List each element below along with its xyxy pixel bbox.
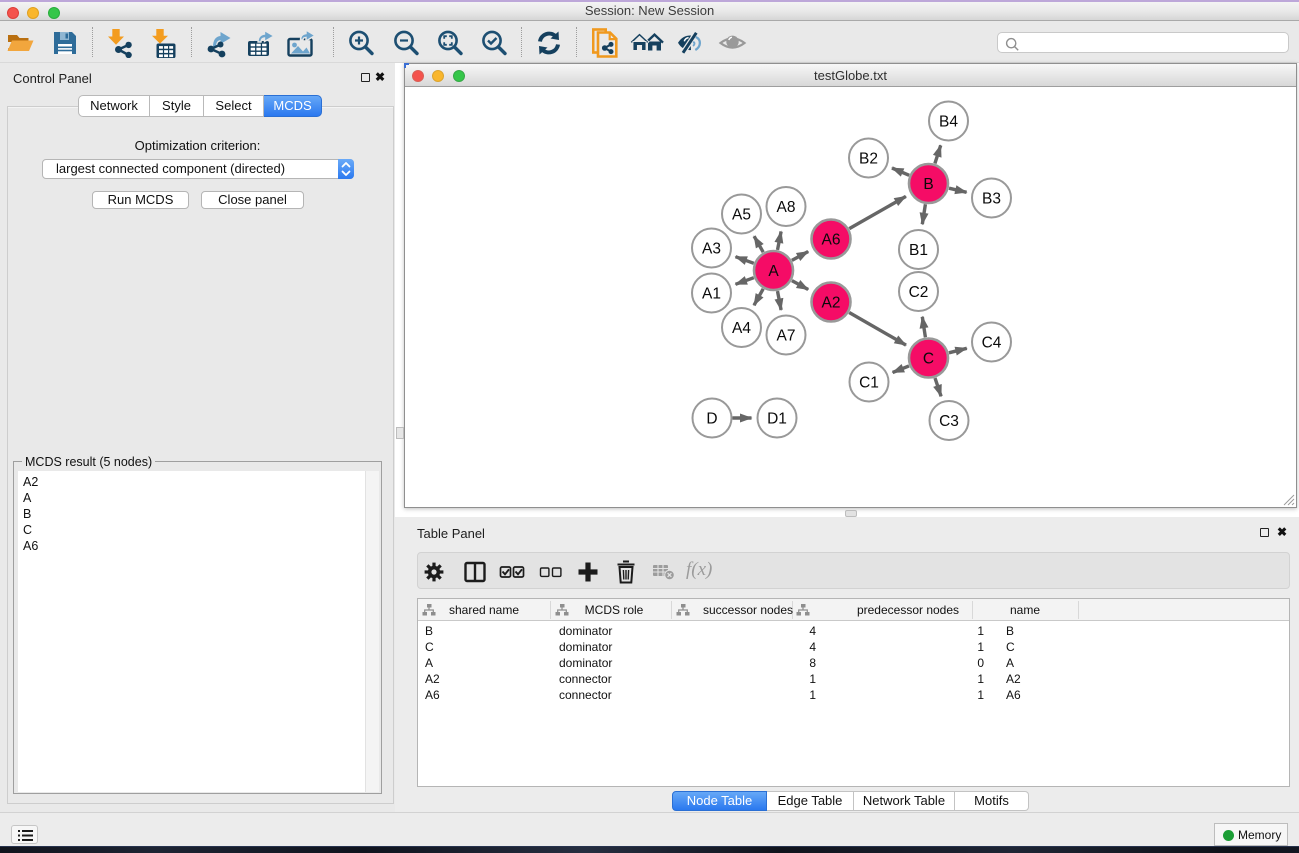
svg-text:B3: B3: [982, 191, 1001, 208]
svg-text:D1: D1: [767, 411, 787, 428]
svg-text:C1: C1: [859, 375, 879, 392]
svg-text:C4: C4: [982, 335, 1002, 352]
svg-text:B4: B4: [939, 114, 958, 131]
svg-text:A2: A2: [822, 295, 841, 312]
svg-text:C: C: [923, 351, 934, 368]
svg-text:A: A: [768, 263, 779, 280]
svg-text:A8: A8: [777, 199, 796, 216]
svg-text:A6: A6: [822, 232, 841, 249]
svg-text:C2: C2: [909, 284, 929, 301]
svg-text:B2: B2: [859, 151, 878, 168]
svg-text:A4: A4: [732, 320, 751, 337]
svg-text:A7: A7: [777, 328, 796, 345]
svg-text:A3: A3: [702, 241, 721, 258]
svg-text:A1: A1: [702, 286, 721, 303]
svg-text:A5: A5: [732, 207, 751, 224]
svg-text:C3: C3: [939, 413, 959, 430]
svg-text:B: B: [923, 176, 933, 193]
svg-text:D: D: [706, 411, 717, 428]
svg-text:B1: B1: [909, 242, 928, 259]
